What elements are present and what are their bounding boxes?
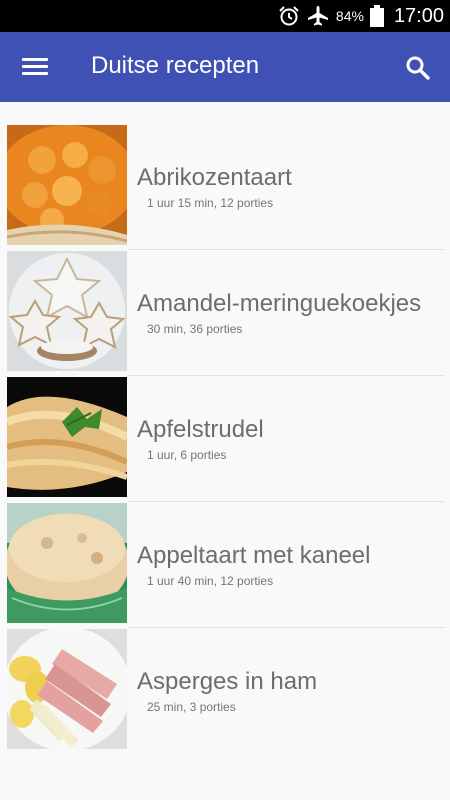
recipe-details: 1 uur 15 min, 12 porties <box>147 196 274 210</box>
recipe-thumbnail <box>7 125 127 245</box>
recipe-title: Asperges in ham <box>137 668 318 695</box>
airplane-mode-icon <box>306 5 330 27</box>
page-title: Duitse recepten <box>91 52 260 79</box>
recipe-list: Abrikozentaart 1 uur 15 min, 12 porties … <box>0 124 450 754</box>
recipe-details: 30 min, 36 porties <box>147 322 243 336</box>
battery-percent: 84% <box>335 8 364 24</box>
recipe-title: Amandel-meringuekoekjes <box>137 290 422 317</box>
status-bar: 84% 17:00 <box>0 0 450 32</box>
recipe-thumbnail <box>7 503 127 623</box>
recipe-title: Apfelstrudel <box>137 416 264 443</box>
app-bar: Duitse recepten <box>0 32 450 102</box>
list-item-abrikozentaart[interactable]: Abrikozentaart 1 uur 15 min, 12 porties <box>0 124 450 250</box>
recipe-title: Abrikozentaart <box>137 164 292 191</box>
recipe-details: 1 uur 40 min, 12 porties <box>147 574 274 588</box>
recipe-title: Appeltaart met kaneel <box>137 542 371 569</box>
battery-icon <box>369 5 384 27</box>
menu-icon[interactable] <box>22 54 48 80</box>
status-icons: 84% 17:00 <box>278 0 444 32</box>
alarm-icon <box>278 5 300 27</box>
recipe-thumbnail <box>7 377 127 497</box>
list-item-appeltaart-met-kaneel[interactable]: Appeltaart met kaneel 1 uur 40 min, 12 p… <box>0 502 450 628</box>
recipe-details: 25 min, 3 porties <box>147 700 236 714</box>
recipe-thumbnail <box>7 629 127 749</box>
status-time: 17:00 <box>393 4 444 27</box>
search-icon[interactable] <box>404 54 432 82</box>
list-item-asperges-in-ham[interactable]: Asperges in ham 25 min, 3 porties <box>0 628 450 754</box>
recipe-details: 1 uur, 6 porties <box>147 448 227 462</box>
list-item-amandel-meringuekoekjes[interactable]: Amandel-meringuekoekjes 30 min, 36 porti… <box>0 250 450 376</box>
list-item-apfelstrudel[interactable]: Apfelstrudel 1 uur, 6 porties <box>0 376 450 502</box>
recipe-thumbnail <box>7 251 127 371</box>
